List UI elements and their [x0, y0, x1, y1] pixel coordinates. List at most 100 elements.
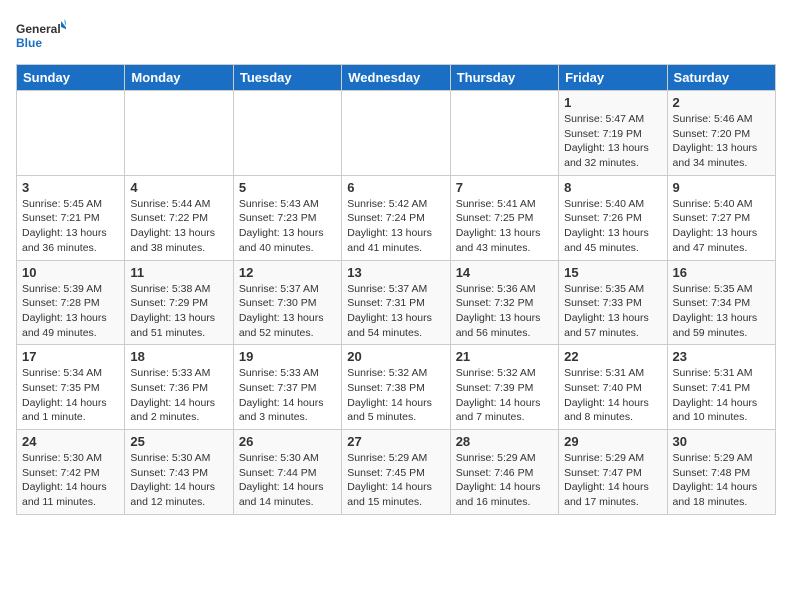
day-cell: 8 Sunrise: 5:40 AMSunset: 7:26 PMDaylight… [559, 175, 667, 260]
day-info: Sunrise: 5:36 AMSunset: 7:32 PMDaylight:… [456, 282, 553, 341]
day-cell: 25 Sunrise: 5:30 AMSunset: 7:43 PMDayligh… [125, 430, 233, 515]
day-info: Sunrise: 5:34 AMSunset: 7:35 PMDaylight:… [22, 366, 119, 425]
day-number: 20 [347, 349, 444, 364]
day-info: Sunrise: 5:45 AMSunset: 7:21 PMDaylight:… [22, 197, 119, 256]
day-cell: 30 Sunrise: 5:29 AMSunset: 7:48 PMDayligh… [667, 430, 775, 515]
day-number: 14 [456, 265, 553, 280]
logo-icon: General Blue [16, 16, 66, 56]
day-cell: 23 Sunrise: 5:31 AMSunset: 7:41 PMDayligh… [667, 345, 775, 430]
day-cell: 2Sunrise: 5:46 AMSunset: 7:20 PMDaylight… [667, 91, 775, 176]
day-header-saturday: Saturday [667, 65, 775, 91]
day-info: Sunrise: 5:32 AMSunset: 7:38 PMDaylight:… [347, 366, 444, 425]
day-number: 18 [130, 349, 227, 364]
day-info: Sunrise: 5:37 AMSunset: 7:30 PMDaylight:… [239, 282, 336, 341]
day-number: 16 [673, 265, 770, 280]
day-number: 9 [673, 180, 770, 195]
day-cell: 11 Sunrise: 5:38 AMSunset: 7:29 PMDayligh… [125, 260, 233, 345]
day-info: Sunrise: 5:35 AMSunset: 7:33 PMDaylight:… [564, 282, 661, 341]
day-info: Sunrise: 5:41 AMSunset: 7:25 PMDaylight:… [456, 197, 553, 256]
day-cell: 18 Sunrise: 5:33 AMSunset: 7:36 PMDayligh… [125, 345, 233, 430]
week-row-1: 1Sunrise: 5:47 AMSunset: 7:19 PMDaylight… [17, 91, 776, 176]
day-cell: 10 Sunrise: 5:39 AMSunset: 7:28 PMDayligh… [17, 260, 125, 345]
day-number: 2 [673, 95, 770, 110]
day-number: 26 [239, 434, 336, 449]
day-cell: 14 Sunrise: 5:36 AMSunset: 7:32 PMDayligh… [450, 260, 558, 345]
day-info: Sunrise: 5:29 AMSunset: 7:45 PMDaylight:… [347, 451, 444, 510]
svg-text:Blue: Blue [16, 36, 42, 50]
day-header-tuesday: Tuesday [233, 65, 341, 91]
day-cell: 21Sunrise: 5:32 AMSunset: 7:39 PMDayligh… [450, 345, 558, 430]
week-row-4: 17Sunrise: 5:34 AMSunset: 7:35 PMDayligh… [17, 345, 776, 430]
day-info: Sunrise: 5:33 AMSunset: 7:37 PMDaylight:… [239, 366, 336, 425]
day-number: 19 [239, 349, 336, 364]
week-row-5: 24 Sunrise: 5:30 AMSunset: 7:42 PMDayligh… [17, 430, 776, 515]
day-info: Sunrise: 5:30 AMSunset: 7:43 PMDaylight:… [130, 451, 227, 510]
day-cell: 24 Sunrise: 5:30 AMSunset: 7:42 PMDayligh… [17, 430, 125, 515]
day-number: 7 [456, 180, 553, 195]
day-number: 6 [347, 180, 444, 195]
svg-text:General: General [16, 22, 61, 36]
day-number: 25 [130, 434, 227, 449]
day-cell: 27 Sunrise: 5:29 AMSunset: 7:45 PMDayligh… [342, 430, 450, 515]
day-cell: 12 Sunrise: 5:37 AMSunset: 7:30 PMDayligh… [233, 260, 341, 345]
day-number: 3 [22, 180, 119, 195]
day-cell: 16 Sunrise: 5:35 AMSunset: 7:34 PMDayligh… [667, 260, 775, 345]
day-cell [450, 91, 558, 176]
day-number: 12 [239, 265, 336, 280]
day-info: Sunrise: 5:32 AMSunset: 7:39 PMDaylight:… [456, 366, 553, 425]
day-info: Sunrise: 5:30 AMSunset: 7:42 PMDaylight:… [22, 451, 119, 510]
day-cell: 29 Sunrise: 5:29 AMSunset: 7:47 PMDayligh… [559, 430, 667, 515]
week-row-3: 10 Sunrise: 5:39 AMSunset: 7:28 PMDayligh… [17, 260, 776, 345]
day-cell: 1Sunrise: 5:47 AMSunset: 7:19 PMDaylight… [559, 91, 667, 176]
day-info: Sunrise: 5:33 AMSunset: 7:36 PMDaylight:… [130, 366, 227, 425]
day-header-monday: Monday [125, 65, 233, 91]
day-info: Sunrise: 5:29 AMSunset: 7:46 PMDaylight:… [456, 451, 553, 510]
day-cell: 17Sunrise: 5:34 AMSunset: 7:35 PMDayligh… [17, 345, 125, 430]
day-number: 15 [564, 265, 661, 280]
day-number: 1 [564, 95, 661, 110]
day-cell: 13 Sunrise: 5:37 AMSunset: 7:31 PMDayligh… [342, 260, 450, 345]
day-cell: 5Sunrise: 5:43 AMSunset: 7:23 PMDaylight… [233, 175, 341, 260]
day-info: Sunrise: 5:29 AMSunset: 7:48 PMDaylight:… [673, 451, 770, 510]
day-info: Sunrise: 5:35 AMSunset: 7:34 PMDaylight:… [673, 282, 770, 341]
day-info: Sunrise: 5:42 AMSunset: 7:24 PMDaylight:… [347, 197, 444, 256]
day-cell: 28 Sunrise: 5:29 AMSunset: 7:46 PMDayligh… [450, 430, 558, 515]
day-info: Sunrise: 5:31 AMSunset: 7:41 PMDaylight:… [673, 366, 770, 425]
day-header-sunday: Sunday [17, 65, 125, 91]
day-number: 8 [564, 180, 661, 195]
day-cell: 26Sunrise: 5:30 AMSunset: 7:44 PMDayligh… [233, 430, 341, 515]
day-cell [125, 91, 233, 176]
day-number: 24 [22, 434, 119, 449]
day-number: 13 [347, 265, 444, 280]
day-cell: 4 Sunrise: 5:44 AMSunset: 7:22 PMDaylight… [125, 175, 233, 260]
day-cell [233, 91, 341, 176]
day-header-thursday: Thursday [450, 65, 558, 91]
day-number: 10 [22, 265, 119, 280]
day-cell: 15 Sunrise: 5:35 AMSunset: 7:33 PMDayligh… [559, 260, 667, 345]
day-cell [17, 91, 125, 176]
day-number: 29 [564, 434, 661, 449]
day-info: Sunrise: 5:29 AMSunset: 7:47 PMDaylight:… [564, 451, 661, 510]
day-info: Sunrise: 5:40 AMSunset: 7:27 PMDaylight:… [673, 197, 770, 256]
day-cell: 22Sunrise: 5:31 AMSunset: 7:40 PMDayligh… [559, 345, 667, 430]
day-number: 27 [347, 434, 444, 449]
day-info: Sunrise: 5:44 AMSunset: 7:22 PMDaylight:… [130, 197, 227, 256]
day-info: Sunrise: 5:37 AMSunset: 7:31 PMDaylight:… [347, 282, 444, 341]
page-header: General Blue [16, 16, 776, 56]
day-cell: 9 Sunrise: 5:40 AMSunset: 7:27 PMDaylight… [667, 175, 775, 260]
day-info: Sunrise: 5:40 AMSunset: 7:26 PMDaylight:… [564, 197, 661, 256]
day-info: Sunrise: 5:31 AMSunset: 7:40 PMDaylight:… [564, 366, 661, 425]
day-info: Sunrise: 5:39 AMSunset: 7:28 PMDaylight:… [22, 282, 119, 341]
day-cell: 20 Sunrise: 5:32 AMSunset: 7:38 PMDayligh… [342, 345, 450, 430]
day-number: 11 [130, 265, 227, 280]
calendar-table: SundayMondayTuesdayWednesdayThursdayFrid… [16, 64, 776, 515]
day-number: 23 [673, 349, 770, 364]
day-number: 4 [130, 180, 227, 195]
day-cell: 7 Sunrise: 5:41 AMSunset: 7:25 PMDaylight… [450, 175, 558, 260]
day-cell [342, 91, 450, 176]
day-info: Sunrise: 5:38 AMSunset: 7:29 PMDaylight:… [130, 282, 227, 341]
week-row-2: 3 Sunrise: 5:45 AMSunset: 7:21 PMDaylight… [17, 175, 776, 260]
day-number: 30 [673, 434, 770, 449]
day-number: 28 [456, 434, 553, 449]
day-header-friday: Friday [559, 65, 667, 91]
